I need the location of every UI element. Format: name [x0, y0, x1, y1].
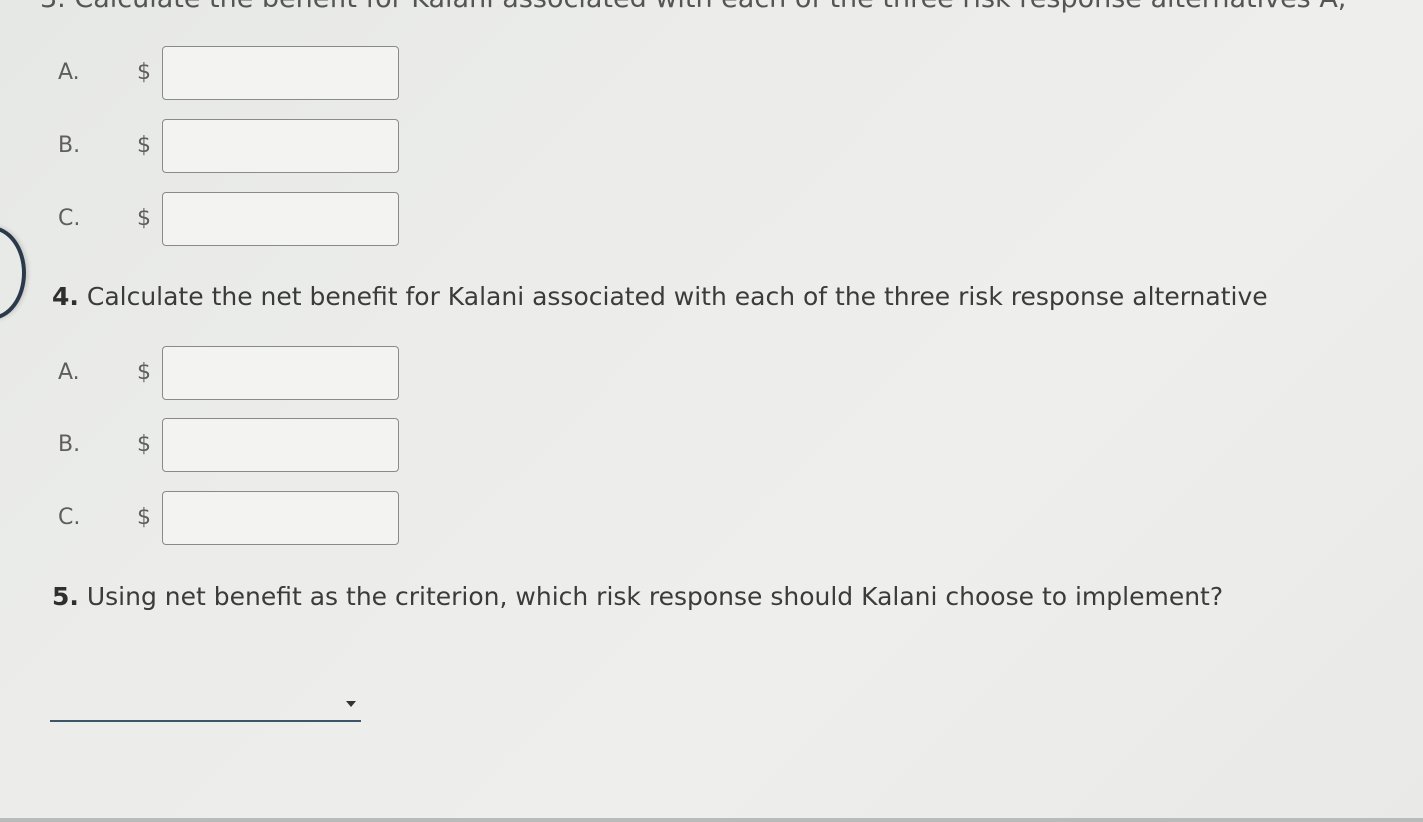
- q3-row-b: B. $: [0, 119, 420, 175]
- row-letter: B.: [58, 133, 81, 158]
- question-text: Calculate the net benefit for Kalani ass…: [86, 282, 1268, 311]
- dollar-sign: $: [137, 206, 151, 231]
- q3-answer-a-input[interactable]: [162, 46, 399, 100]
- row-letter: B.: [58, 432, 81, 457]
- q4-row-b: B. $: [0, 418, 420, 474]
- q4-answer-c-input[interactable]: [162, 491, 399, 545]
- q3-answer-c-input[interactable]: [162, 192, 399, 246]
- page-bottom-divider: [0, 818, 1423, 822]
- dollar-sign: $: [137, 505, 151, 530]
- row-letter: C.: [58, 206, 81, 231]
- question-number: 4.: [52, 282, 79, 311]
- dollar-sign: $: [137, 60, 151, 85]
- q3-answer-b-input[interactable]: [162, 119, 399, 173]
- q4-row-a: A. $: [0, 346, 420, 402]
- risk-response-select[interactable]: [50, 690, 361, 722]
- question-4-heading: 4. Calculate the net benefit for Kalani …: [52, 282, 1268, 311]
- question-text: Using net benefit as the criterion, whic…: [86, 582, 1224, 611]
- chevron-down-icon[interactable]: [346, 701, 356, 707]
- dollar-sign: $: [137, 360, 151, 385]
- q4-answer-b-input[interactable]: [162, 418, 399, 472]
- question-5-heading: 5. Using net benefit as the criterion, w…: [52, 582, 1223, 611]
- q3-row-c: C. $: [0, 192, 420, 248]
- dollar-sign: $: [137, 133, 151, 158]
- question-3-heading: 3. Calculate the benefit for Kalani asso…: [40, 0, 1346, 14]
- q4-row-c: C. $: [0, 491, 420, 547]
- q4-answer-a-input[interactable]: [162, 346, 399, 400]
- dollar-sign: $: [137, 432, 151, 457]
- row-letter: C.: [58, 505, 81, 530]
- row-letter: A.: [58, 360, 80, 385]
- q3-row-a: A. $: [0, 46, 420, 102]
- question-number: 5.: [52, 582, 79, 611]
- row-letter: A.: [58, 60, 80, 85]
